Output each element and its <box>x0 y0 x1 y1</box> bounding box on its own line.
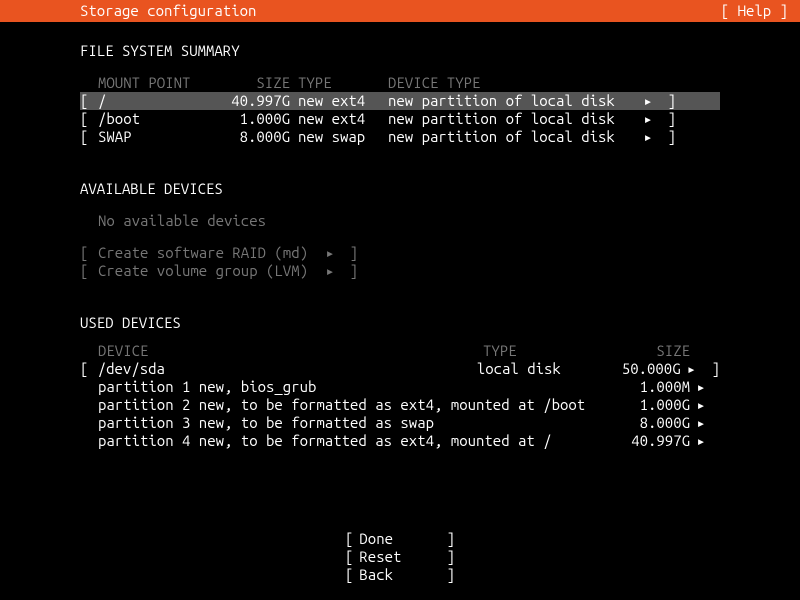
help-button[interactable]: [ Help ] <box>721 2 788 20</box>
fs-type: new ext4 <box>298 92 388 110</box>
file-system-summary-heading: FILE SYSTEM SUMMARY <box>80 42 720 60</box>
create-lvm-option[interactable]: [ Create volume group (LVM) ▸ ] <box>80 262 720 280</box>
reset-label: Reset <box>353 548 446 566</box>
create-raid-option[interactable]: [ Create software RAID (md) ▸ ] <box>80 244 720 262</box>
col-size: SIZE <box>208 74 298 92</box>
device-type: new partition of local disk <box>388 110 638 128</box>
available-devices-heading: AVAILABLE DEVICES <box>80 180 720 198</box>
header-bar: Storage configuration [ Help ] <box>0 0 800 22</box>
col-dtype: DEVICE TYPE <box>388 74 638 92</box>
bracket-open: [ <box>80 92 98 110</box>
page-title: Storage configuration <box>80 2 256 20</box>
fs-type: new ext4 <box>298 110 388 128</box>
chevron-right-icon: ▸ <box>690 396 712 414</box>
disk-size: 50.000G <box>610 360 681 378</box>
used-devices-heading: USED DEVICES <box>80 314 720 332</box>
fs-row-boot[interactable]: [ /boot 1.000G new ext4 new partition of… <box>80 110 720 128</box>
chevron-right-icon: ▸ <box>690 432 712 450</box>
partition-row[interactable]: partition 4 new, to be formatted as ext4… <box>80 432 720 450</box>
partition-row[interactable]: partition 2 new, to be formatted as ext4… <box>80 396 720 414</box>
chevron-right-icon: ▸ <box>690 378 712 396</box>
disk-name: /dev/sda <box>98 360 477 378</box>
size: 8.000G <box>208 128 298 146</box>
chevron-right-icon: ▸ <box>681 360 703 378</box>
col-type: TYPE <box>483 342 618 360</box>
reset-button[interactable]: [ Reset ] <box>345 548 455 566</box>
mount-point: SWAP <box>98 128 208 146</box>
col-device: DEVICE <box>98 342 483 360</box>
partition-size: 1.000M <box>618 378 690 396</box>
done-label: Done <box>353 530 446 548</box>
fs-row-swap[interactable]: [ SWAP 8.000G new swap new partition of … <box>80 128 720 146</box>
back-label: Back <box>353 566 446 584</box>
mount-point: /boot <box>98 110 208 128</box>
content: FILE SYSTEM SUMMARY MOUNT POINT SIZE TYP… <box>0 22 800 584</box>
partition-size: 8.000G <box>618 414 690 432</box>
partition-row[interactable]: partition 3 new, to be formatted as swap… <box>80 414 720 432</box>
size: 40.997G <box>208 92 298 110</box>
summary-columns: MOUNT POINT SIZE TYPE DEVICE TYPE <box>80 74 720 92</box>
device-type: new partition of local disk <box>388 92 638 110</box>
fs-row-root[interactable]: [ / 40.997G new ext4 new partition of lo… <box>80 92 720 110</box>
mount-point: / <box>98 92 208 110</box>
chevron-right-icon: ▸ <box>638 128 658 146</box>
chevron-right-icon: ▸ <box>690 414 712 432</box>
fs-type: new swap <box>298 128 388 146</box>
done-button[interactable]: [ Done ] <box>345 530 455 548</box>
action-buttons: [ Done ] [ Reset ] [ Back ] <box>80 530 720 584</box>
partition-size: 40.997G <box>618 432 690 450</box>
create-raid-label: Create software RAID (md) <box>98 244 320 262</box>
col-mount: MOUNT POINT <box>98 74 208 92</box>
partition-desc: partition 3 new, to be formatted as swap <box>98 414 618 432</box>
used-columns: DEVICE TYPE SIZE <box>80 342 720 360</box>
size: 1.000G <box>208 110 298 128</box>
partition-desc: partition 2 new, to be formatted as ext4… <box>98 396 618 414</box>
col-type: TYPE <box>298 74 388 92</box>
create-lvm-label: Create volume group (LVM) <box>98 262 320 280</box>
no-available-devices: No available devices <box>80 212 720 230</box>
chevron-right-icon: ▸ <box>320 244 340 262</box>
used-disk-row[interactable]: [ /dev/sda local disk 50.000G ▸ ] <box>80 360 720 378</box>
chevron-right-icon: ▸ <box>638 110 658 128</box>
partition-desc: partition 4 new, to be formatted as ext4… <box>98 432 618 450</box>
bracket-close: ] <box>658 92 676 110</box>
back-button[interactable]: [ Back ] <box>345 566 455 584</box>
partition-row[interactable]: partition 1 new, bios_grub 1.000M ▸ <box>80 378 720 396</box>
partition-size: 1.000G <box>618 396 690 414</box>
chevron-right-icon: ▸ <box>320 262 340 280</box>
col-size: SIZE <box>618 342 690 360</box>
disk-type: local disk <box>477 360 610 378</box>
chevron-right-icon: ▸ <box>638 92 658 110</box>
partition-desc: partition 1 new, bios_grub <box>98 378 618 396</box>
device-type: new partition of local disk <box>388 128 638 146</box>
